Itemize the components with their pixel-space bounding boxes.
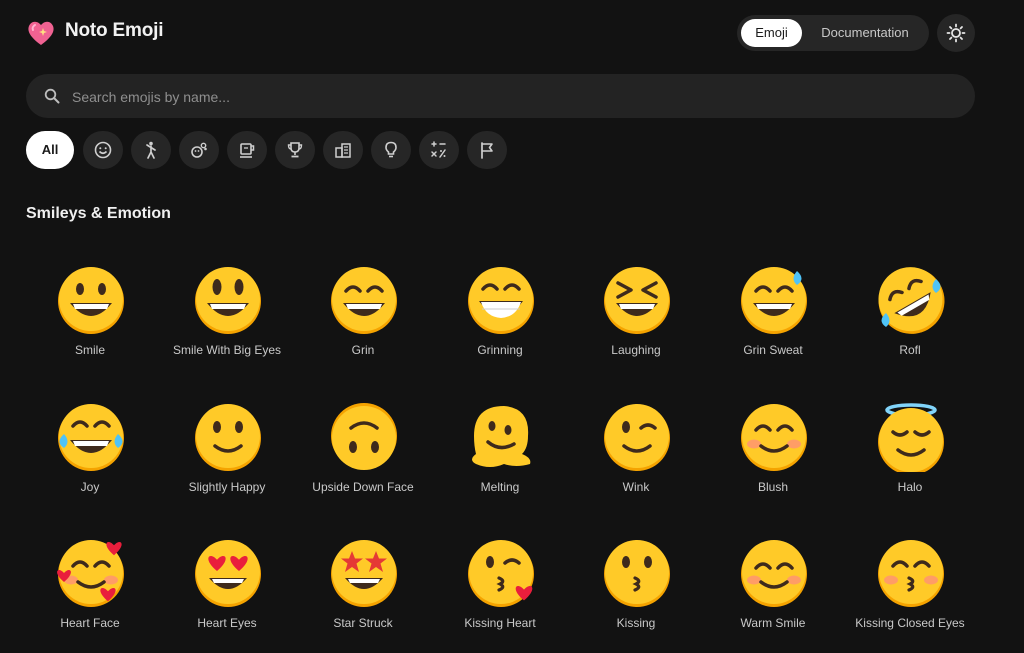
- melting-emoji-icon: [472, 406, 531, 467]
- emoji-name: Smile: [74, 343, 105, 357]
- theme-toggle-button[interactable]: [937, 14, 975, 52]
- category-flags-button[interactable]: [467, 131, 507, 169]
- emoji-name: Star Struck: [333, 616, 393, 630]
- emoji-card[interactable]: Wink: [568, 382, 704, 510]
- upside-emoji-icon: [331, 403, 397, 470]
- hearteyes-emoji-icon: [195, 540, 261, 607]
- category-symbols-button[interactable]: [419, 131, 459, 169]
- emoji-card[interactable]: Smile With Big Eyes: [159, 245, 295, 373]
- tab-documentation[interactable]: Documentation: [809, 19, 921, 47]
- emoji-name: Warm Smile: [740, 616, 806, 630]
- emoji-card[interactable]: Joy: [22, 382, 158, 510]
- emoji-card[interactable]: Smile: [22, 245, 158, 373]
- emoji-card[interactable]: Kissing Heart: [432, 518, 568, 646]
- category-objects-button[interactable]: [371, 131, 411, 169]
- kissing-emoji-icon: [604, 540, 670, 607]
- emoji-name: Grinning: [477, 343, 523, 357]
- emoji-name: Kissing Closed Eyes: [855, 616, 965, 630]
- emoji-name: Slightly Happy: [188, 480, 266, 494]
- travel-places-icon: [335, 143, 351, 158]
- food-drink-icon: [240, 143, 255, 158]
- search-input[interactable]: [70, 74, 954, 120]
- view-switcher: Emoji Documentation: [737, 15, 929, 51]
- search-icon: [44, 88, 60, 104]
- emoji-card[interactable]: Slightly Happy: [159, 382, 295, 510]
- emoji-name: Kissing Heart: [464, 616, 536, 630]
- rofl-emoji-icon: [878, 267, 945, 334]
- emoji-card[interactable]: Warm Smile: [705, 518, 841, 646]
- emoji-card[interactable]: Halo: [842, 382, 978, 510]
- emoji-name: Blush: [757, 480, 789, 494]
- wink-emoji-icon: [604, 404, 670, 471]
- emoji-card[interactable]: Blush: [705, 382, 841, 510]
- sweat-emoji-icon: [741, 267, 807, 334]
- person-icon: [146, 141, 156, 159]
- emoji-name: Upside Down Face: [312, 480, 414, 494]
- category-travel-button[interactable]: [323, 131, 363, 169]
- emoji-card[interactable]: Upside Down Face: [295, 382, 431, 510]
- grin-emoji-icon: [58, 267, 124, 334]
- emoji-card[interactable]: Laughing: [568, 245, 704, 373]
- category-food-button[interactable]: [227, 131, 267, 169]
- emoji-name: Smile With Big Eyes: [172, 343, 282, 357]
- emoji-name: Wink: [622, 480, 650, 494]
- emoji-card[interactable]: Melting: [432, 382, 568, 510]
- app-title[interactable]: Noto Emoji: [65, 20, 163, 42]
- sun-icon: [946, 23, 966, 43]
- sparkling-heart-icon[interactable]: [26, 18, 56, 48]
- emoji-card[interactable]: Heart Eyes: [159, 518, 295, 646]
- kissheart-emoji-icon: [468, 540, 534, 607]
- emoji-card[interactable]: Grinning: [432, 245, 568, 373]
- emoji-card[interactable]: Grin Sweat: [705, 245, 841, 373]
- emoji-name: Grin: [351, 343, 375, 357]
- star-emoji-icon: [331, 540, 397, 607]
- blush-emoji-icon: [741, 404, 807, 471]
- emoji-card[interactable]: Rofl: [842, 245, 978, 373]
- emoji-name: Laughing: [611, 343, 661, 357]
- tab-emoji[interactable]: Emoji: [741, 19, 802, 47]
- category-people-button[interactable]: [131, 131, 171, 169]
- smiley-icon: [94, 141, 112, 159]
- emoji-card[interactable]: Star Struck: [295, 518, 431, 646]
- emoji-name: Heart Face: [60, 616, 120, 630]
- emoji-card[interactable]: Heart Face: [22, 518, 158, 646]
- emoji-card[interactable]: Kissing Closed Eyes: [842, 518, 978, 646]
- bigeyes-emoji-icon: [195, 267, 261, 334]
- animals-nature-icon: [191, 142, 207, 158]
- symbols-icon: [431, 141, 446, 158]
- laughing-emoji-icon: [604, 267, 670, 334]
- section-title: Smileys & Emotion: [26, 205, 171, 222]
- category-animals-button[interactable]: [179, 131, 219, 169]
- emoji-card[interactable]: Grin: [295, 245, 431, 373]
- emoji-name: Grin Sweat: [743, 343, 803, 357]
- category-filter-bar: All: [26, 131, 526, 171]
- emoji-name: Kissing: [616, 616, 656, 630]
- emoji-name: Joy: [80, 480, 100, 494]
- category-activities-button[interactable]: [275, 131, 315, 169]
- halo-emoji-icon: [878, 403, 944, 472]
- grin2-emoji-icon: [331, 267, 397, 334]
- activities-trophy-icon: [287, 142, 303, 158]
- flag-icon: [481, 142, 493, 159]
- emoji-name: Rofl: [899, 343, 921, 357]
- slight-emoji-icon: [195, 404, 261, 471]
- emoji-name: Halo: [897, 480, 923, 494]
- category-all-button[interactable]: All: [26, 131, 74, 169]
- emoji-name: Heart Eyes: [197, 616, 257, 630]
- warm-emoji-icon: [741, 540, 807, 607]
- joy-emoji-icon: [58, 404, 124, 471]
- app-header: Noto Emoji Emoji Documentation: [0, 0, 1024, 66]
- search-bar: [26, 74, 975, 120]
- grinning-emoji-icon: [468, 267, 534, 334]
- objects-bulb-icon: [385, 141, 397, 158]
- kissclosed-emoji-icon: [878, 540, 944, 607]
- emoji-name: Melting: [480, 480, 520, 494]
- category-smileys-button[interactable]: [83, 131, 123, 169]
- emoji-card[interactable]: Kissing: [568, 518, 704, 646]
- heartface-emoji-icon: [57, 540, 124, 607]
